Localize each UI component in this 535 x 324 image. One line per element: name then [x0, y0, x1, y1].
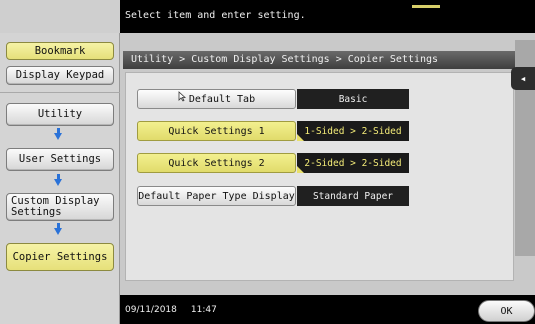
- time-text: 11:47: [190, 305, 217, 315]
- quick-settings-2-value: 2-Sided > 2-Sided: [297, 153, 409, 173]
- copier-settings-button[interactable]: Copier Settings: [6, 243, 114, 271]
- quick-settings-2-button[interactable]: Quick Settings 2: [137, 153, 296, 173]
- accent-line: [412, 5, 440, 8]
- main-panel: Utility > Custom Display Settings > Copi…: [120, 33, 535, 295]
- sidebar: Bookmark Display Keypad Utility User Set…: [0, 0, 120, 324]
- utility-button[interactable]: Utility: [6, 103, 114, 126]
- quick-settings-1-label: Quick Settings 1: [168, 125, 265, 137]
- corner-marker-icon: [297, 166, 304, 173]
- default-tab-button[interactable]: Default Tab: [137, 89, 296, 109]
- quick-settings-1-button[interactable]: Quick Settings 1: [137, 121, 296, 141]
- sidebar-top: [0, 0, 120, 33]
- arrow-down-icon: [54, 174, 62, 186]
- default-tab-label: Default Tab: [188, 93, 256, 105]
- date-text: 09/11/2018: [125, 305, 177, 315]
- quick-settings-2-value-text: 2-Sided > 2-Sided: [304, 157, 402, 169]
- ok-button[interactable]: OK: [478, 300, 535, 322]
- display-keypad-button[interactable]: Display Keypad: [6, 66, 114, 85]
- instruction-message: Select item and enter setting.: [125, 10, 306, 21]
- arrow-down-icon: [54, 128, 62, 140]
- default-paper-type-value: Standard Paper: [297, 186, 409, 206]
- cursor-icon: [178, 90, 186, 102]
- message-bar: Select item and enter setting.: [120, 0, 535, 33]
- bookmark-button[interactable]: Bookmark: [6, 42, 114, 60]
- default-tab-value: Basic: [297, 89, 409, 109]
- user-settings-button[interactable]: User Settings: [6, 148, 114, 171]
- corner-marker-icon: [297, 134, 304, 141]
- settings-content: Default Tab Basic Quick Settings 1 1-Sid…: [125, 72, 514, 281]
- datetime: 09/11/2018 11:47: [125, 305, 231, 315]
- custom-display-settings-button[interactable]: Custom Display Settings: [6, 193, 114, 221]
- breadcrumb: Utility > Custom Display Settings > Copi…: [123, 51, 535, 69]
- status-bar: 09/11/2018 11:47 OK: [120, 295, 535, 324]
- sidebar-divider: [0, 92, 120, 93]
- arrow-down-icon: [54, 223, 62, 235]
- quick-settings-2-label: Quick Settings 2: [168, 157, 265, 169]
- default-paper-type-button[interactable]: Default Paper Type Display: [137, 186, 296, 206]
- default-paper-type-label: Default Paper Type Display: [138, 190, 295, 202]
- quick-settings-1-value-text: 1-Sided > 2-Sided: [304, 125, 402, 137]
- quick-settings-1-value: 1-Sided > 2-Sided: [297, 121, 409, 141]
- back-arrow-icon[interactable]: ◂: [511, 67, 535, 90]
